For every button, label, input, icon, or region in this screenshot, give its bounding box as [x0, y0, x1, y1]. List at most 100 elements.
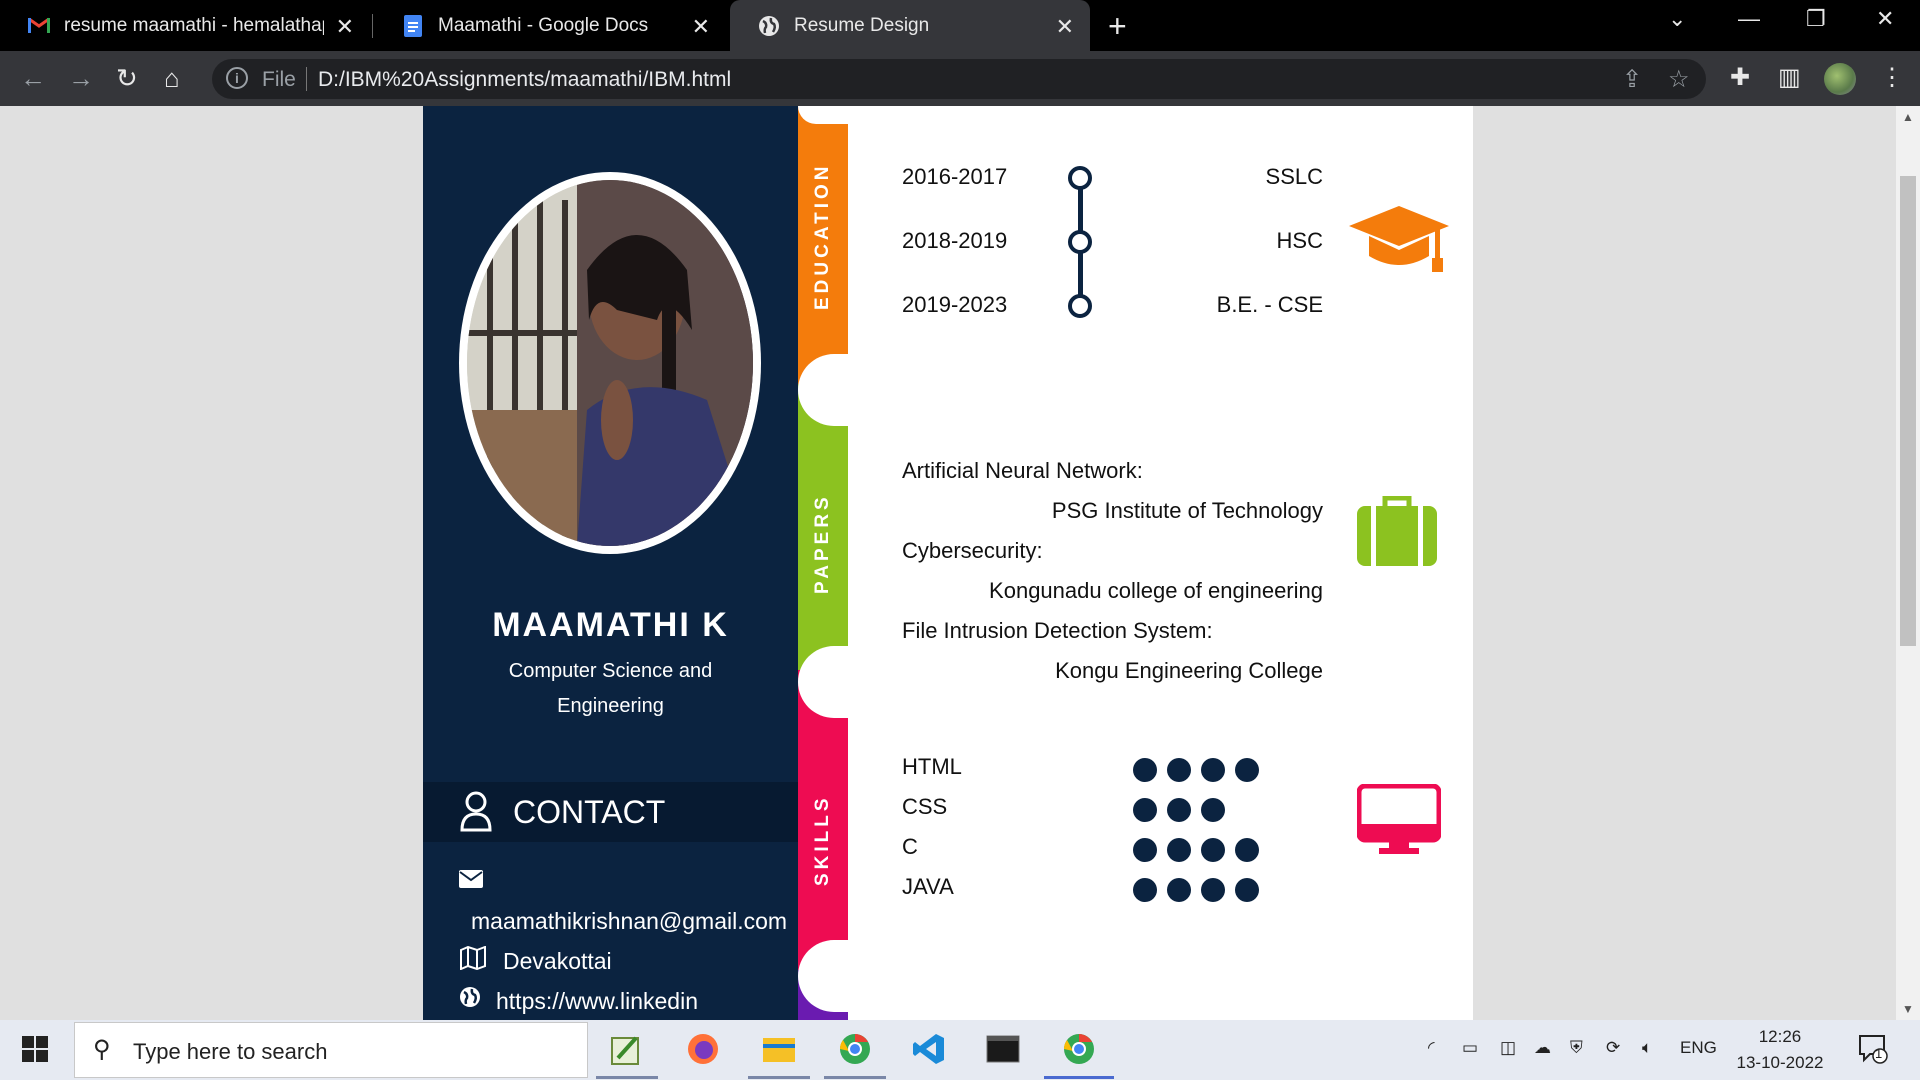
education-label: EDUCATION	[812, 162, 833, 310]
taskbar-search-box[interactable]: ⚲ Type here to search	[74, 1022, 588, 1078]
paper-venue: Kongu Engineering College	[1055, 658, 1323, 683]
education-strip: EDUCATION	[798, 106, 848, 384]
tab-google-docs[interactable]: Maamathi - Google Docs ✕	[374, 0, 726, 51]
profile-photo	[459, 172, 761, 554]
skill-dot	[1167, 878, 1191, 902]
url-text[interactable]: D:/IBM%20Assignments/maamathi/IBM.html	[318, 68, 731, 92]
battery-icon[interactable]: ▭	[1462, 1038, 1478, 1058]
skill-name: CSS	[902, 794, 948, 819]
tab-resume-design[interactable]: Resume Design ✕	[730, 0, 1090, 51]
vscode-icon[interactable]	[908, 1028, 950, 1070]
restore-button[interactable]: ❐	[1806, 6, 1826, 32]
tab-title: Maamathi - Google Docs	[438, 14, 649, 36]
map-icon	[459, 945, 487, 976]
scroll-up-arrow[interactable]: ▲	[1902, 110, 1914, 124]
file-scheme-label: File	[262, 68, 296, 91]
close-tab-icon[interactable]: ✕	[336, 14, 354, 40]
skill-dot	[1201, 878, 1225, 902]
skill-name: HTML	[902, 754, 962, 779]
close-tab-icon[interactable]: ✕	[692, 14, 710, 40]
paper-title: Cybersecurity:	[902, 538, 1043, 563]
tab-search-icon[interactable]: ⌄	[1668, 6, 1686, 32]
education-qualification: B.E. - CSE	[1216, 292, 1323, 317]
candidate-role: Computer Science and Engineering	[508, 660, 713, 717]
back-button[interactable]: ←	[20, 63, 46, 94]
app-running-indicator	[748, 1076, 810, 1079]
app-running-indicator	[824, 1076, 886, 1079]
windows-start-icon[interactable]	[22, 1036, 48, 1067]
file-explorer-icon[interactable]	[758, 1028, 800, 1070]
close-window-button[interactable]: ✕	[1876, 6, 1894, 32]
new-tab-button[interactable]: +	[1108, 8, 1127, 45]
minimize-button[interactable]: —	[1738, 6, 1760, 32]
sync-icon[interactable]: ⟳	[1606, 1038, 1620, 1058]
bookmark-star-icon[interactable]: ☆	[1668, 65, 1690, 94]
wifi-icon[interactable]: ◜	[1428, 1038, 1435, 1058]
clock-time: 12:26	[1758, 1027, 1802, 1046]
resume-sidebar: MAAMATHI K Computer Science and Engineer…	[423, 106, 798, 1020]
contact-email[interactable]: maamathikrishnan@gmail.com	[471, 908, 787, 935]
share-icon[interactable]: ⇪	[1622, 65, 1642, 94]
scrollbar-thumb[interactable]	[1900, 176, 1916, 646]
skill-dot	[1235, 838, 1259, 862]
skill-dot	[1133, 758, 1157, 782]
paper-title: Artificial Neural Network:	[902, 458, 1143, 483]
education-years: 2019-2023	[902, 292, 1008, 317]
skill-name: JAVA	[902, 874, 954, 899]
skill-dot	[1201, 838, 1225, 862]
volume-icon[interactable]: 🔈︎	[1642, 1038, 1652, 1058]
skill-dot	[1133, 878, 1157, 902]
camera-icon[interactable]: ◫	[1500, 1038, 1516, 1058]
onedrive-icon[interactable]: ☁	[1534, 1038, 1551, 1058]
vertical-scrollbar[interactable]: ▲ ▼	[1896, 106, 1920, 1020]
paper-venue: PSG Institute of Technology	[1051, 498, 1323, 523]
contact-header: CONTACT	[423, 782, 798, 842]
security-icon[interactable]: ⛨	[1570, 1038, 1583, 1058]
side-panel-icon[interactable]: ▥	[1778, 63, 1801, 92]
timeline-node	[1068, 294, 1092, 318]
skill-dot	[1133, 838, 1157, 862]
skills-label: SKILLS	[812, 794, 833, 886]
profile-avatar[interactable]	[1824, 63, 1856, 95]
app-running-indicator	[596, 1076, 658, 1079]
skill-dot	[1235, 758, 1259, 782]
site-info-icon[interactable]: i	[226, 67, 248, 89]
tab-title: Resume Design	[794, 14, 930, 36]
chrome-active-icon[interactable]	[1058, 1028, 1100, 1070]
tab-gmail[interactable]: resume maamathi - hemalathap... ✕	[0, 0, 370, 51]
profile-photo-image	[467, 180, 753, 546]
menu-icon[interactable]: ⋮	[1880, 63, 1904, 92]
globe-icon	[459, 986, 481, 1014]
extensions-icon[interactable]: ✚	[1730, 63, 1750, 92]
close-tab-icon[interactable]: ✕	[1056, 14, 1074, 40]
tab-title: resume maamathi - hemalathap...	[64, 14, 324, 36]
notification-count: 1	[1875, 1046, 1883, 1061]
search-placeholder: Type here to search	[133, 1039, 328, 1064]
gmail-icon	[28, 15, 50, 37]
browser-toolbar: ← → ↻ ⌂ i File D:/IBM%20Assignments/maam…	[0, 51, 1920, 106]
address-bar[interactable]: i File D:/IBM%20Assignments/maamathi/IBM…	[212, 59, 1706, 99]
contact-location: Devakottai	[503, 948, 612, 974]
skill-dot	[1167, 798, 1191, 822]
language-indicator[interactable]: ENG	[1680, 1038, 1717, 1058]
notifications-icon[interactable]: 1	[1858, 1034, 1888, 1069]
education-qualification: HSC	[1276, 228, 1323, 253]
terminal-icon[interactable]	[982, 1028, 1024, 1070]
firefox-icon[interactable]	[682, 1028, 724, 1070]
notepad-app-icon[interactable]	[606, 1028, 648, 1070]
chrome-icon[interactable]	[834, 1028, 876, 1070]
paper-title: File Intrusion Detection System:	[902, 618, 1213, 643]
monitor-icon	[1356, 783, 1442, 861]
address-separator	[306, 67, 307, 91]
skill-dot	[1201, 758, 1225, 782]
scroll-down-arrow[interactable]: ▼	[1902, 1002, 1914, 1016]
home-button[interactable]: ⌂	[164, 63, 180, 94]
app-active-indicator	[1044, 1076, 1114, 1079]
reload-button[interactable]: ↻	[116, 63, 138, 94]
contact-linkedin[interactable]: https://www.linkedin	[496, 988, 698, 1015]
education-qualification: SSLC	[1265, 164, 1323, 189]
system-clock[interactable]: 12:26 13-10-2022	[1730, 1024, 1830, 1076]
forward-button[interactable]: →	[68, 63, 94, 94]
page-viewport: MAAMATHI K Computer Science and Engineer…	[0, 106, 1920, 1020]
graduation-cap-icon	[1347, 204, 1451, 281]
